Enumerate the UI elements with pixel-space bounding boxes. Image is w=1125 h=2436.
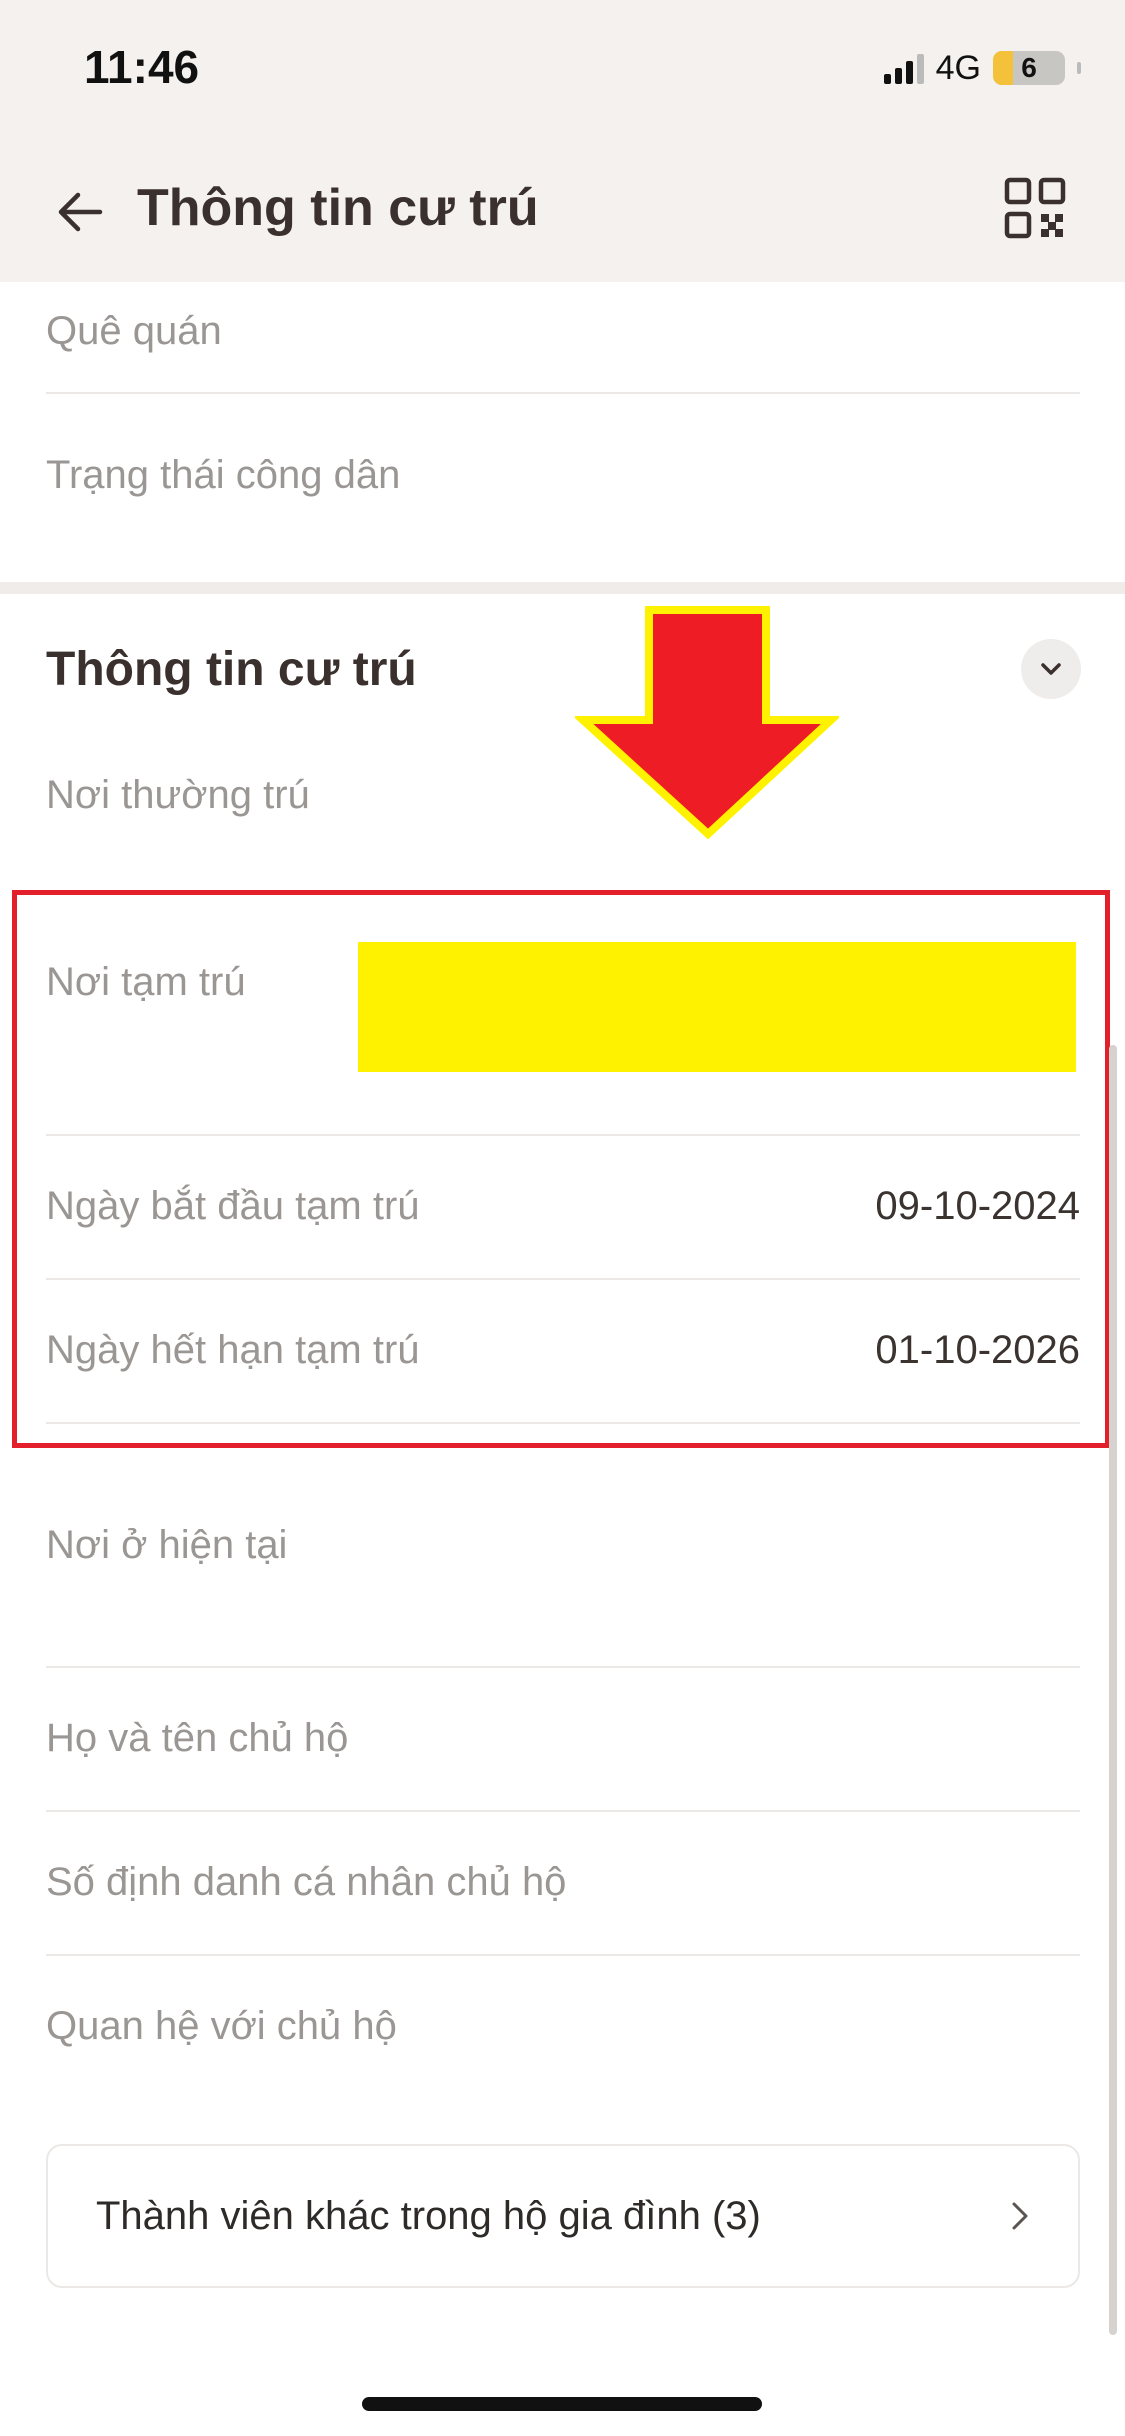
highlight-box bbox=[12, 890, 1110, 1448]
field-label: Nơi thường trú bbox=[46, 772, 310, 817]
field-noi-thuong-tru: Nơi thường trú bbox=[46, 760, 1080, 830]
section-separator bbox=[0, 582, 1125, 594]
field-label: Họ và tên chủ hộ bbox=[46, 1715, 349, 1760]
field-label: Quan hệ với chủ hộ bbox=[46, 2003, 397, 2048]
field-label: Nơi ở hiện tại bbox=[46, 1522, 288, 1567]
divider bbox=[46, 392, 1080, 394]
annotation-arrow bbox=[575, 606, 839, 840]
qr-code-icon bbox=[1004, 177, 1066, 239]
divider bbox=[46, 1810, 1080, 1812]
battery-tip bbox=[1077, 62, 1081, 74]
status-bar: 11:46 4G 6 bbox=[0, 0, 1125, 140]
field-label: Số định danh cá nhân chủ hộ bbox=[46, 1859, 567, 1904]
scroll-indicator bbox=[1109, 1045, 1117, 2335]
field-label: Trạng thái công dân bbox=[46, 452, 401, 497]
status-indicators: 4G 6 bbox=[883, 48, 1081, 88]
field-noi-o-hien-tai: Nơi ở hiện tại bbox=[46, 1510, 1080, 1580]
qr-button[interactable] bbox=[1003, 176, 1067, 240]
family-members-label: Thành viên khác trong hộ gia đình (3) bbox=[96, 2193, 761, 2238]
field-so-dinh-danh-chu-ho: Số định danh cá nhân chủ hộ bbox=[46, 1847, 1080, 1917]
field-que-quan: Quê quán bbox=[46, 296, 1080, 366]
field-label: Quê quán bbox=[46, 308, 222, 353]
back-button[interactable] bbox=[52, 184, 108, 240]
network-label: 4G bbox=[935, 48, 981, 87]
field-trang-thai: Trạng thái công dân bbox=[46, 440, 1080, 510]
status-time: 11:46 bbox=[84, 41, 200, 93]
divider bbox=[46, 1666, 1080, 1668]
battery-icon: 6 bbox=[993, 51, 1065, 85]
page-title: Thông tin cư trú bbox=[137, 179, 539, 237]
arrow-left-icon bbox=[58, 192, 103, 232]
chevron-down-icon bbox=[1041, 663, 1061, 675]
field-ho-ten-chu-ho: Họ và tên chủ hộ bbox=[46, 1703, 1080, 1773]
divider bbox=[46, 1954, 1080, 1956]
home-indicator bbox=[362, 2397, 762, 2411]
collapse-button[interactable] bbox=[1021, 639, 1081, 699]
field-quan-he-chu-ho: Quan hệ với chủ hộ bbox=[46, 1991, 1080, 2061]
section-title: Thông tin cư trú bbox=[46, 643, 417, 696]
battery-level: 6 bbox=[1021, 52, 1037, 83]
app-header: Thông tin cư trú bbox=[0, 140, 1125, 282]
family-members-card[interactable]: Thành viên khác trong hộ gia đình (3) bbox=[46, 2144, 1080, 2288]
chevron-right-icon bbox=[1012, 2202, 1028, 2230]
signal-icon bbox=[883, 52, 924, 84]
